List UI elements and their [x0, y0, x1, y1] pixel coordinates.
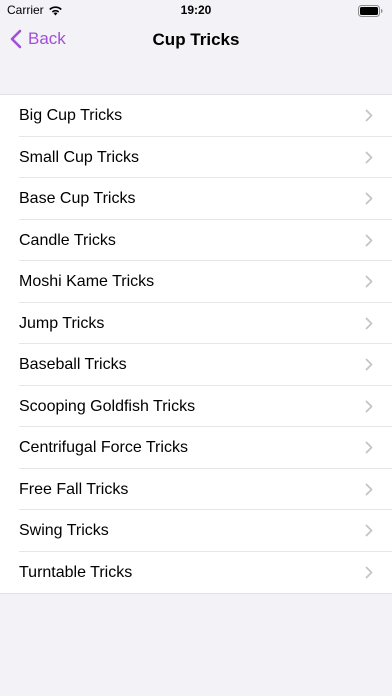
list-item-label: Candle Tricks	[19, 231, 116, 249]
list-item[interactable]: Small Cup Tricks	[0, 137, 392, 178]
list-item[interactable]: Swing Tricks	[0, 510, 392, 552]
chevron-right-icon	[365, 109, 373, 122]
page-title: Cup Tricks	[152, 30, 240, 49]
chevron-right-icon	[365, 400, 373, 413]
list-item[interactable]: Base Cup Tricks	[0, 178, 392, 220]
list-item[interactable]: Big Cup Tricks	[0, 95, 392, 137]
tricks-list: Big Cup Tricks Small Cup Tricks Base Cup T…	[0, 94, 392, 594]
status-time: 19:20	[180, 3, 212, 17]
chevron-right-icon	[365, 317, 373, 330]
list-item[interactable]: Free Fall Tricks	[0, 469, 392, 510]
list-item[interactable]: Jump Tricks	[0, 303, 392, 344]
chevron-right-icon	[365, 566, 373, 579]
chevron-right-icon	[365, 151, 373, 164]
list-item[interactable]: Moshi Kame Tricks	[0, 261, 392, 303]
navigation-bar: Back Cup Tricks	[0, 20, 392, 64]
list-item-label: Small Cup Tricks	[19, 148, 140, 166]
list-item-label: Baseball Tricks	[19, 356, 127, 373]
list-item-label: Base Cup Tricks	[19, 190, 136, 207]
chevron-right-icon	[365, 275, 373, 288]
list-item-label: Free Fall Tricks	[19, 480, 129, 498]
list-item-label: Big Cup Tricks	[19, 107, 123, 124]
list-item-label: Scooping Goldfish Tricks	[19, 397, 196, 415]
chevron-right-icon	[365, 483, 373, 496]
list-item[interactable]: Candle Tricks	[0, 220, 392, 261]
chevron-right-icon	[365, 234, 373, 247]
list-item[interactable]: Turntable Tricks	[0, 552, 392, 594]
list-item-label: Jump Tricks	[19, 314, 105, 332]
list-item[interactable]: Baseball Tricks	[0, 344, 392, 386]
battery-icon	[358, 5, 383, 17]
list-item[interactable]: Scooping Goldfish Tricks	[0, 386, 392, 427]
list-item-label: Turntable Tricks	[19, 563, 133, 581]
chevron-right-icon	[365, 192, 373, 205]
list-item[interactable]: Centrifugal Force Tricks	[0, 427, 392, 469]
chevron-right-icon	[365, 441, 373, 454]
chevron-right-icon	[365, 358, 373, 371]
list-item-label: Swing Tricks	[19, 522, 109, 539]
status-bar: Carrier 19:20	[0, 0, 392, 20]
chevron-right-icon	[365, 524, 373, 537]
list-item-label: Moshi Kame Tricks	[19, 273, 155, 290]
list-item-label: Centrifugal Force Tricks	[19, 439, 188, 456]
